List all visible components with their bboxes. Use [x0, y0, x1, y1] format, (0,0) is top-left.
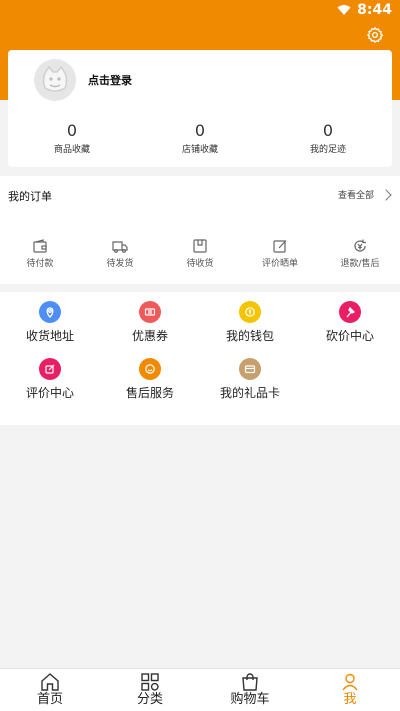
- services-grid: 收货地址 优惠券 我的钱包 砍价中心 评价中心 售后服务 我的礼品卡: [0, 301, 400, 401]
- service-label: 评价中心: [25, 386, 74, 400]
- order-label: 待发货: [106, 259, 134, 269]
- service-label: 收货地址: [25, 329, 74, 343]
- order-label: 退款/售后: [340, 259, 380, 269]
- service-address[interactable]: 收货地址: [0, 301, 100, 344]
- stat-product-favorites[interactable]: 0 商品收藏: [8, 121, 136, 156]
- order-refund[interactable]: 退款/售后: [320, 238, 400, 269]
- order-review[interactable]: 评价晒单: [240, 238, 320, 269]
- stat-count: 0: [66, 121, 78, 140]
- stat-count: 0: [322, 121, 334, 140]
- avatar[interactable]: [34, 59, 76, 101]
- nav-label: 我: [343, 692, 357, 707]
- coin-icon: [239, 301, 261, 323]
- order-label: 评价晒单: [261, 259, 298, 269]
- truck-icon: [112, 241, 128, 253]
- cart-icon: [242, 673, 258, 691]
- order-pending-payment[interactable]: 待付款: [0, 238, 80, 269]
- status-right: 8:44: [337, 2, 392, 18]
- status-time: 8:44: [357, 2, 392, 18]
- grid-icon: [141, 673, 159, 691]
- box-icon: [193, 239, 207, 253]
- nav-me[interactable]: 我: [300, 669, 400, 711]
- view-all-label: 查看全部: [337, 191, 374, 201]
- service-icon: [139, 358, 161, 380]
- location-icon: [39, 301, 61, 323]
- nav-label: 分类: [136, 692, 163, 707]
- nav-label: 首页: [36, 692, 63, 707]
- profile-card: 点击登录 0 商品收藏 0 店铺收藏 0 我的足迹: [8, 50, 392, 167]
- user-icon: [342, 673, 358, 691]
- card-icon: [239, 358, 261, 380]
- service-reviews[interactable]: 评价中心: [0, 358, 100, 401]
- service-coupons[interactable]: 优惠券: [100, 301, 200, 344]
- orders-section: 我的订单 查看全部 待付款 待发货 待收货 评价晒单 退款/售后: [0, 176, 400, 284]
- service-label: 我的礼品卡: [219, 386, 280, 400]
- service-gift-card[interactable]: 我的礼品卡: [200, 358, 300, 401]
- bottom-nav: 首页 分类 购物车 我: [0, 668, 400, 711]
- order-status-items: 待付款 待发货 待收货 评价晒单 退款/售后: [0, 238, 400, 269]
- wifi-icon: [337, 5, 351, 15]
- status-bar: 8:44: [0, 0, 400, 22]
- edit-icon: [273, 240, 287, 253]
- default-avatar-icon: [42, 65, 68, 92]
- nav-label: 购物车: [230, 692, 270, 707]
- service-bargain[interactable]: 砍价中心: [300, 301, 400, 344]
- nav-home[interactable]: 首页: [0, 669, 100, 711]
- order-pending-shipment[interactable]: 待发货: [80, 238, 160, 269]
- order-label: 待收货: [186, 259, 214, 269]
- orders-title: 我的订单: [8, 190, 52, 203]
- stat-label: 我的足迹: [309, 145, 346, 155]
- profile-stats: 0 商品收藏 0 店铺收藏 0 我的足迹: [8, 121, 392, 156]
- stat-label: 商品收藏: [53, 145, 90, 155]
- nav-cart[interactable]: 购物车: [200, 669, 300, 711]
- settings-gear-icon[interactable]: [366, 26, 384, 44]
- service-after-sales[interactable]: 售后服务: [100, 358, 200, 401]
- coupon-icon: [139, 301, 161, 323]
- view-all-orders-link[interactable]: 查看全部: [337, 188, 392, 201]
- stat-shop-favorites[interactable]: 0 店铺收藏: [136, 121, 264, 156]
- stat-count: 0: [194, 121, 206, 140]
- axe-icon: [339, 301, 361, 323]
- service-label: 我的钱包: [225, 329, 274, 343]
- stat-footprints[interactable]: 0 我的足迹: [264, 121, 392, 156]
- wallet-icon: [33, 239, 47, 253]
- refund-icon: [354, 239, 366, 252]
- service-label: 售后服务: [125, 386, 174, 400]
- chevron-right-icon: [380, 188, 392, 201]
- order-label: 待付款: [26, 259, 54, 269]
- order-pending-receipt[interactable]: 待收货: [160, 238, 240, 269]
- service-label: 砍价中心: [325, 329, 374, 343]
- login-link[interactable]: 点击登录: [88, 72, 132, 88]
- edit-icon: [39, 358, 61, 380]
- services-section: 收货地址 优惠券 我的钱包 砍价中心 评价中心 售后服务 我的礼品卡: [0, 292, 400, 425]
- service-label: 优惠券: [131, 329, 168, 343]
- home-icon: [41, 673, 59, 691]
- nav-category[interactable]: 分类: [100, 669, 200, 711]
- stat-label: 店铺收藏: [181, 145, 218, 155]
- service-wallet[interactable]: 我的钱包: [200, 301, 300, 344]
